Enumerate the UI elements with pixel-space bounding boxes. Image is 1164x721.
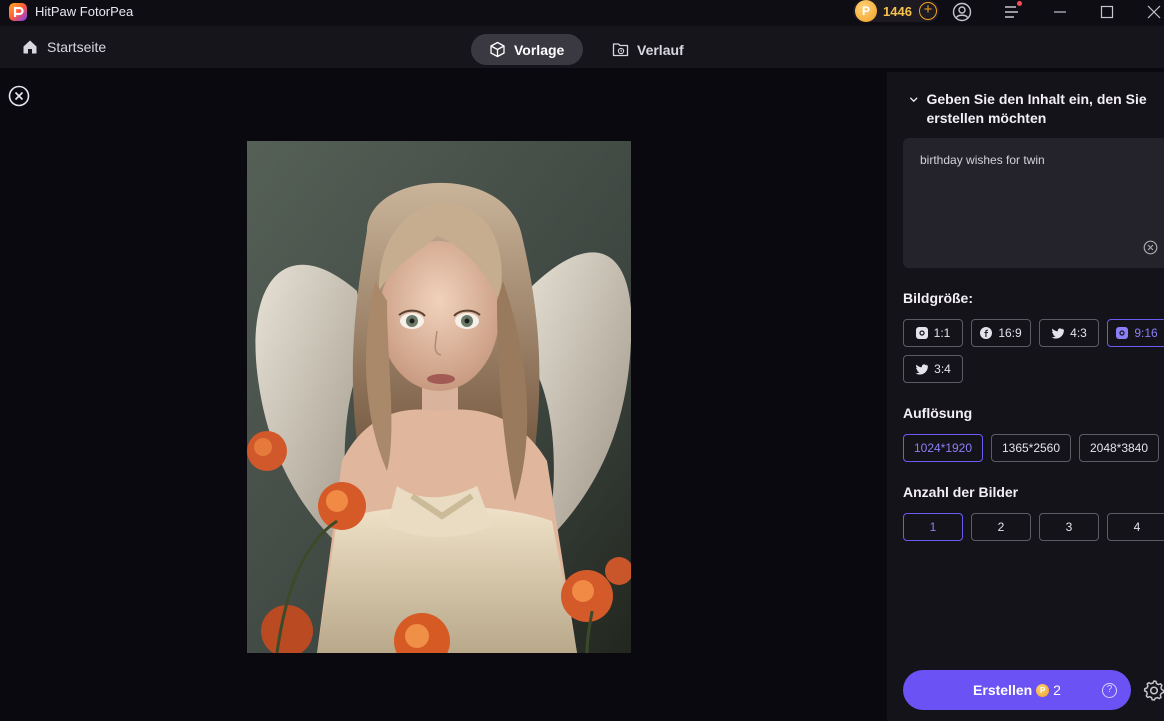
size-label-text: 9:16	[1134, 326, 1158, 340]
size-label: Bildgröße:	[903, 290, 973, 306]
create-cost: 2	[1053, 682, 1061, 698]
prompt-input[interactable]: birthday wishes for twin	[903, 138, 1164, 268]
nav-bar: Startseite Vorlage Verlauf	[0, 26, 1164, 68]
home-label: Startseite	[47, 39, 107, 55]
resolution-option[interactable]: 1365*2560	[991, 434, 1071, 462]
count-option[interactable]: 4	[1107, 513, 1164, 541]
settings-panel: Geben Sie den Inhalt ein, den Sie erstel…	[887, 72, 1164, 721]
size-label-text: 4:3	[1070, 326, 1087, 340]
title-bar: HitPaw FotorPea P 1446 +	[0, 0, 1164, 26]
create-label: Erstellen	[973, 682, 1033, 698]
instagram-icon	[1116, 327, 1129, 339]
tab-label: Vorlage	[514, 41, 565, 58]
account-icon[interactable]	[951, 1, 973, 23]
tab-label: Verlauf	[637, 41, 684, 58]
resolution-label: Auflösung	[903, 405, 973, 421]
create-button[interactable]: Erstellen P 2	[903, 670, 1131, 710]
app-logo-icon	[9, 3, 27, 21]
coin-balance[interactable]: P 1446 +	[853, 0, 939, 22]
image-count-label: Anzahl der Bilder	[903, 484, 1019, 500]
count-text: 2	[997, 520, 1005, 534]
tab-verlauf[interactable]: Verlauf	[594, 34, 704, 65]
prompt-value: birthday wishes for twin	[920, 153, 1045, 167]
facebook-icon	[980, 327, 993, 339]
twitter-icon	[915, 363, 929, 374]
add-coins-icon[interactable]: +	[919, 2, 937, 20]
prompt-heading: Geben Sie den Inhalt ein, den Sie erstel…	[926, 91, 1147, 126]
app-title: HitPaw FotorPea	[35, 4, 134, 19]
menu-icon[interactable]	[1001, 1, 1023, 23]
count-text: 4	[1133, 520, 1141, 534]
close-window-icon[interactable]	[1143, 1, 1164, 23]
cube-icon	[490, 41, 505, 58]
count-option[interactable]: 3	[1039, 513, 1099, 541]
resolution-text: 1024*1920	[913, 441, 973, 455]
size-option-9-16[interactable]: 9:16	[1107, 319, 1164, 347]
help-icon[interactable]: ?	[1102, 683, 1117, 698]
size-label-text: 16:9	[998, 326, 1022, 340]
resolution-option[interactable]: 2048*3840	[1079, 434, 1159, 462]
notification-dot	[1017, 1, 1022, 6]
clear-prompt-icon[interactable]	[1143, 240, 1158, 255]
size-option-4-3[interactable]: 4:3	[1039, 319, 1099, 347]
home-icon	[23, 40, 37, 54]
size-option-16-9[interactable]: 16:9	[971, 319, 1031, 347]
chevron-down-icon	[909, 97, 918, 103]
maximize-icon[interactable]	[1096, 1, 1118, 23]
coin-count: 1446	[883, 3, 912, 19]
generated-image	[247, 141, 631, 653]
size-label-text: 1:1	[933, 326, 951, 340]
twitter-icon	[1051, 327, 1065, 338]
instagram-icon	[915, 327, 928, 339]
size-option-1-1[interactable]: 1:1	[903, 319, 963, 347]
close-preview-icon[interactable]	[8, 85, 30, 107]
count-text: 3	[1065, 520, 1073, 534]
minimize-icon[interactable]	[1049, 1, 1071, 23]
coin-icon: P	[855, 0, 877, 22]
size-label-text: 3:4	[934, 362, 951, 376]
size-option-3-4[interactable]: 3:4	[903, 355, 963, 383]
count-option[interactable]: 2	[971, 513, 1031, 541]
preview-canvas	[0, 68, 887, 721]
resolution-text: 2048*3840	[1089, 441, 1149, 455]
coin-icon: P	[1036, 683, 1050, 697]
history-folder-icon	[612, 43, 629, 57]
count-text: 1	[929, 520, 937, 534]
tab-vorlage[interactable]: Vorlage	[471, 34, 583, 65]
home-link[interactable]: Startseite	[22, 39, 106, 55]
count-option[interactable]: 1	[903, 513, 963, 541]
resolution-text: 1365*2560	[1001, 441, 1061, 455]
prompt-section-header[interactable]: Geben Sie den Inhalt ein, den Sie erstel…	[909, 90, 1159, 128]
gear-icon[interactable]	[1143, 679, 1164, 701]
resolution-option[interactable]: 1024*1920	[903, 434, 983, 462]
